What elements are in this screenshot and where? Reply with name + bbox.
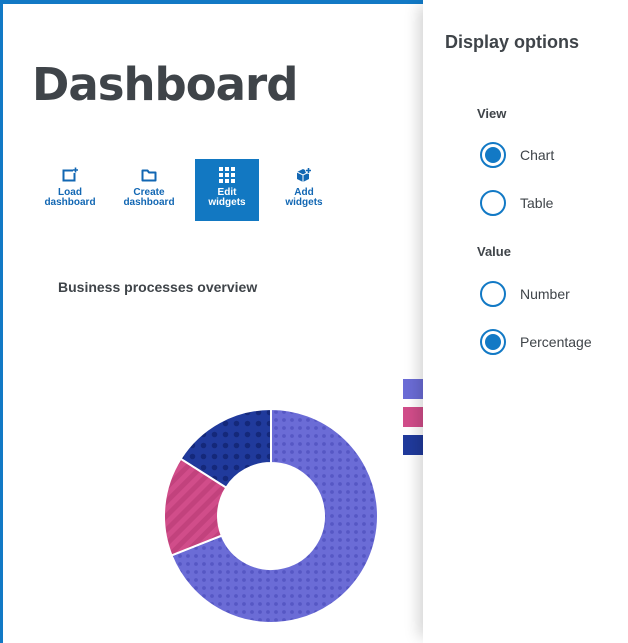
radio-button[interactable] — [480, 190, 506, 216]
view-option-table-label: Table — [520, 195, 554, 211]
radio-button[interactable] — [480, 281, 506, 307]
display-options-panel: Display options View Chart Table Value N… — [423, 0, 628, 643]
value-option-number[interactable]: Number — [480, 279, 620, 309]
view-option-chart-label: Chart — [520, 147, 555, 163]
legend-swatch — [403, 435, 423, 455]
value-section-label: Value — [477, 244, 511, 259]
value-option-percentage[interactable]: Percentage — [480, 327, 620, 357]
radio-button-checked[interactable] — [480, 142, 506, 168]
view-section-label: View — [477, 106, 507, 121]
legend-swatch — [403, 379, 423, 399]
legend-swatch — [403, 407, 423, 427]
view-option-chart[interactable]: Chart — [480, 140, 620, 170]
panel-title: Display options — [445, 32, 580, 52]
view-option-table[interactable]: Table — [480, 188, 620, 218]
value-option-percentage-label: Percentage — [520, 334, 592, 350]
value-option-number-label: Number — [520, 286, 570, 302]
radio-button-checked[interactable] — [480, 329, 506, 355]
